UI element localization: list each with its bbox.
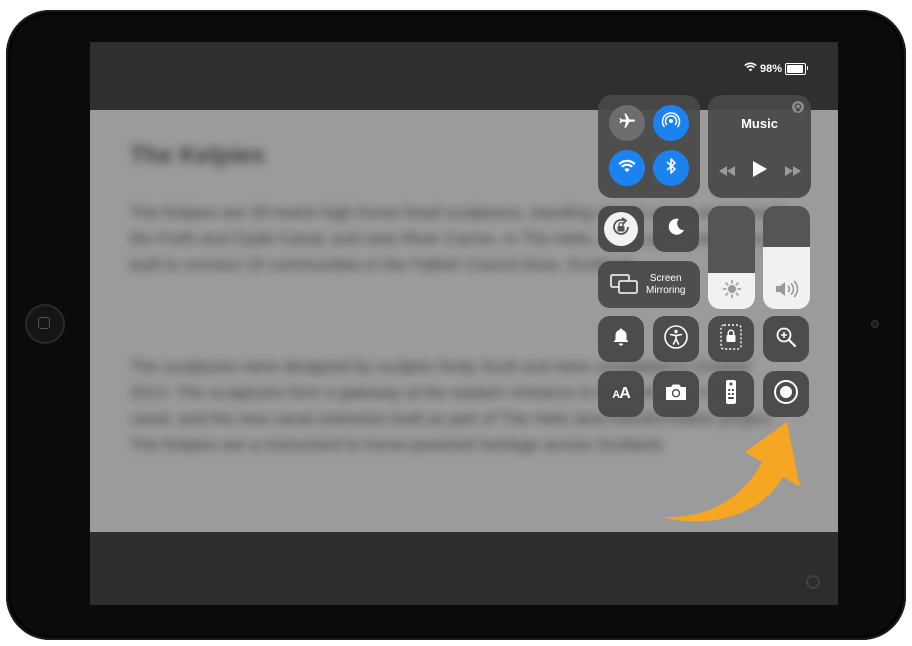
do-not-disturb-button[interactable] <box>653 206 699 252</box>
airdrop-icon <box>661 111 681 136</box>
home-button[interactable] <box>25 304 65 344</box>
magnifier-icon <box>775 326 797 353</box>
wifi-toggle[interactable] <box>609 150 645 186</box>
accessibility-icon <box>663 324 689 355</box>
rotation-lock-toggle <box>604 212 638 246</box>
footer-icon <box>806 575 820 594</box>
wifi-icon <box>618 159 636 178</box>
brightness-slider[interactable] <box>708 206 755 309</box>
connectivity-module <box>598 95 700 198</box>
playback-controls <box>708 161 811 182</box>
bluetooth-toggle[interactable] <box>653 150 689 186</box>
text-size-button[interactable]: AA <box>598 371 644 417</box>
bluetooth-icon <box>665 157 677 180</box>
volume-slider[interactable] <box>763 206 810 309</box>
front-camera <box>871 320 879 328</box>
document-footer <box>90 532 838 605</box>
airplane-mode-toggle[interactable] <box>609 105 645 141</box>
text-size-icon: AA <box>612 385 630 402</box>
moon-icon <box>666 217 686 242</box>
status-bar: 98% <box>744 62 808 75</box>
mute-button[interactable] <box>598 316 644 362</box>
previous-track-icon[interactable] <box>718 163 735 181</box>
highlight-arrow <box>660 422 800 522</box>
rotation-lock-icon <box>610 216 632 243</box>
music-title: Music <box>741 116 778 131</box>
battery-icon <box>785 62 808 75</box>
bell-icon <box>612 327 630 352</box>
play-icon[interactable] <box>752 161 767 182</box>
sun-icon <box>708 279 755 299</box>
rotation-lock-button[interactable] <box>598 206 644 252</box>
battery-percentage: 98% <box>759 62 782 75</box>
airplay-icon[interactable] <box>792 101 804 113</box>
screen-mirroring-icon <box>610 274 638 299</box>
document-title: The Kelpies <box>130 142 265 169</box>
music-module[interactable]: Music <box>708 95 811 198</box>
wifi-status-icon <box>744 62 757 75</box>
speaker-icon <box>763 279 810 299</box>
airplane-icon <box>618 112 636 135</box>
airdrop-toggle[interactable] <box>653 105 689 141</box>
screen-mirroring-button[interactable]: Screen Mirroring <box>598 261 700 308</box>
guided-access-icon <box>720 323 742 355</box>
guided-access-button[interactable] <box>708 316 754 362</box>
screen-mirroring-label: Screen Mirroring <box>646 273 686 296</box>
magnifier-button[interactable] <box>763 316 809 362</box>
accessibility-shortcut-button[interactable] <box>653 316 699 362</box>
next-track-icon[interactable] <box>784 163 801 181</box>
